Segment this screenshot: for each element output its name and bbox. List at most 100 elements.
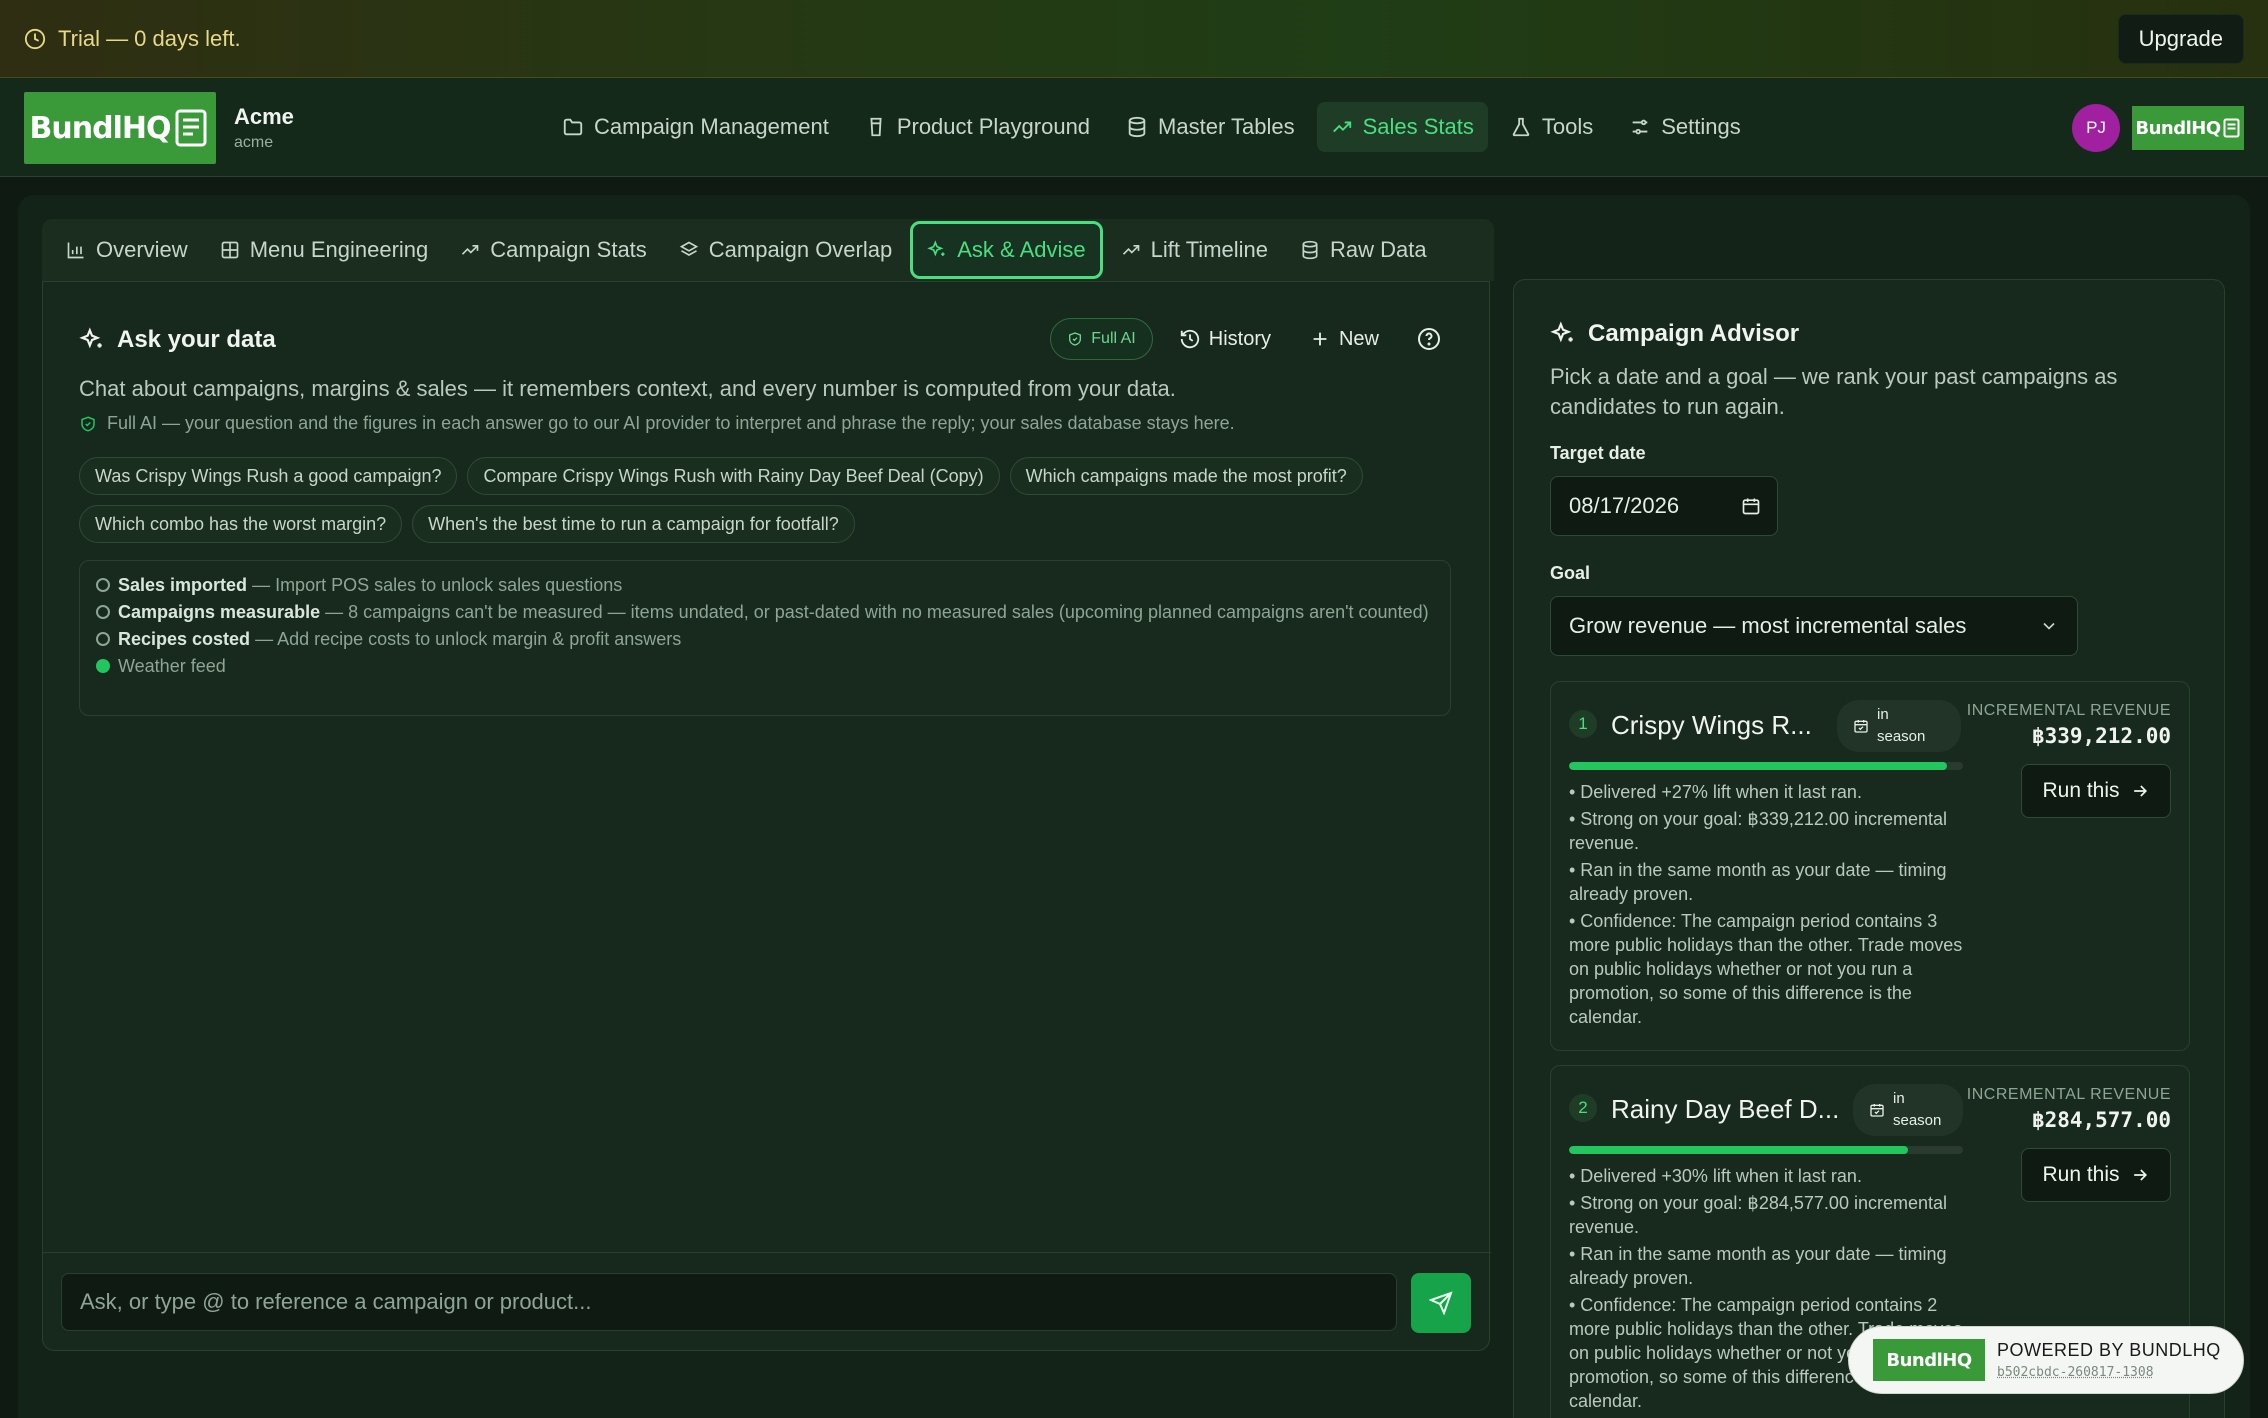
in-season-badge: in season — [1837, 700, 1961, 752]
campaign-advisor-panel: Campaign Advisor Pick a date and a goal … — [1513, 279, 2225, 1418]
send-button[interactable] — [1411, 1273, 1471, 1333]
nav-item-sales-stats[interactable]: Sales Stats — [1316, 102, 1488, 152]
campaign-name[interactable]: Crispy Wings R... — [1611, 710, 1812, 741]
sales-stats-tabs: Overview Menu Engineering Campaign Stats… — [42, 219, 1494, 281]
nav-label: Tools — [1541, 114, 1594, 139]
tab-raw-data[interactable]: Raw Data — [1286, 221, 1441, 279]
new-label: New — [1338, 327, 1379, 350]
build-code[interactable]: b502cbdc-260817-1308 — [1997, 1365, 2221, 1380]
trending-up-icon — [1331, 116, 1353, 138]
goal-label: Goal — [1550, 563, 1591, 583]
history-button[interactable]: History — [1167, 318, 1283, 360]
help-button[interactable] — [1405, 318, 1453, 360]
status-row: Weather feed — [96, 654, 1434, 678]
status-title: Recipes costed — [118, 629, 251, 649]
rank-badge: 2 — [1569, 1094, 1597, 1122]
full-ai-badge[interactable]: Full AI — [1050, 318, 1153, 360]
campaign-card: 1 Crispy Wings R... in season • Delivered… — [1550, 681, 2190, 1051]
powered-text: POWERED BY BUNDLHQ — [1997, 1340, 2221, 1360]
nav-item-campaign-management[interactable]: Campaign Management — [548, 102, 843, 152]
receipt-icon — [175, 109, 207, 147]
suggestion-chip[interactable]: Which combo has the worst margin? — [79, 505, 403, 543]
privacy-note: Full AI — your question and the figures … — [79, 413, 1235, 434]
circle-empty-icon — [96, 578, 110, 592]
arrow-right-icon — [2130, 781, 2150, 801]
tab-campaign-stats[interactable]: Campaign Stats — [446, 221, 661, 279]
metric-label: INCREMENTAL REVENUE — [1966, 1086, 2171, 1103]
chevron-down-icon — [2039, 616, 2059, 636]
upgrade-button[interactable]: Upgrade — [2117, 14, 2244, 64]
chat-header: Ask your data — [79, 326, 276, 354]
send-icon — [1429, 1291, 1453, 1315]
sparkles-icon — [927, 240, 947, 260]
nav-label: Sales Stats — [1362, 114, 1474, 139]
nav-label: Master Tables — [1158, 114, 1295, 139]
sparkles-icon — [79, 327, 105, 353]
help-circle-icon — [1417, 327, 1441, 351]
bar-chart-icon — [66, 240, 86, 260]
chat-subtitle: Chat about campaigns, margins & sales — … — [79, 376, 1176, 401]
clock-icon — [24, 28, 46, 50]
new-chat-button[interactable]: New — [1297, 318, 1391, 360]
main-nav: Campaign Management Product Playground M… — [548, 102, 1755, 152]
status-title: Campaigns measurable — [118, 602, 321, 622]
suggestion-chip[interactable]: Compare Crispy Wings Rush with Rainy Day… — [467, 457, 1000, 495]
plus-icon — [1309, 328, 1331, 350]
campaign-reasons: • Delivered +27% lift when it last ran. … — [1569, 780, 1963, 1032]
goal-progress-bar — [1569, 762, 1963, 770]
privacy-note-text: Full AI — your question and the figures … — [107, 413, 1235, 433]
nav-label: Product Playground — [896, 114, 1091, 139]
nav-item-master-tables[interactable]: Master Tables — [1112, 102, 1309, 152]
history-icon — [1179, 328, 1201, 350]
history-label: History — [1208, 327, 1271, 350]
metric-value: ฿339,212.00 — [2031, 724, 2171, 748]
goal-select[interactable]: Grow revenue — most incremental sales — [1550, 596, 2078, 656]
powered-logo: BundlHQ — [1873, 1339, 1985, 1381]
org-switcher[interactable]: Acme acme — [234, 104, 294, 152]
tab-campaign-overlap[interactable]: Campaign Overlap — [665, 221, 906, 279]
nav-item-tools[interactable]: Tools — [1496, 102, 1607, 152]
reason-item: • Delivered +27% lift when it last ran. — [1569, 782, 1862, 802]
rank-badge: 1 — [1569, 710, 1597, 738]
target-date-input[interactable]: 08/17/2026 — [1550, 476, 1778, 536]
chat-input[interactable] — [61, 1273, 1397, 1331]
reason-item: • Ran in the same month as your date — t… — [1569, 860, 1947, 904]
suggestion-chip[interactable]: When's the best time to run a campaign f… — [412, 505, 855, 543]
metric-value: ฿284,577.00 — [2031, 1108, 2171, 1132]
tab-ask-advise[interactable]: Ask & Advise — [910, 221, 1103, 279]
run-this-button[interactable]: Run this — [2021, 1148, 2171, 1202]
top-navigation: BundlHQ Acme acme Campaign Management Pr… — [0, 78, 2268, 177]
advisor-title: Campaign Advisor — [1588, 320, 1800, 347]
database-icon — [1300, 240, 1320, 260]
trial-banner: Trial — 0 days left. Upgrade — [0, 0, 2268, 78]
suggestion-chip[interactable]: Was Crispy Wings Rush a good campaign? — [79, 457, 458, 495]
brand-logo[interactable]: BundlHQ — [24, 92, 216, 164]
tab-menu-engineering[interactable]: Menu Engineering — [206, 221, 443, 279]
nav-item-product-playground[interactable]: Product Playground — [851, 102, 1104, 152]
target-date-label: Target date — [1550, 443, 1646, 463]
suggestion-chip[interactable]: Which campaigns made the most profit? — [1009, 457, 1363, 495]
tab-lift-timeline[interactable]: Lift Timeline — [1107, 221, 1282, 279]
reason-item: • Strong on your goal: ฿339,212.00 incre… — [1569, 809, 1947, 853]
org-slug: acme — [234, 134, 274, 151]
tab-overview[interactable]: Overview — [52, 221, 202, 279]
powered-by-badge[interactable]: BundlHQ POWERED BY BUNDLHQ b502cbdc-2608… — [1848, 1326, 2244, 1394]
target-date-value: 08/17/2026 — [1569, 493, 1680, 518]
nav-item-settings[interactable]: Settings — [1615, 102, 1755, 152]
metric-label: INCREMENTAL REVENUE — [1966, 702, 2171, 719]
run-this-button[interactable]: Run this — [2021, 764, 2171, 818]
status-row: Campaigns measurable — 8 campaigns can't… — [96, 600, 1434, 624]
powered-logo-text: BundlHQ — [1886, 1349, 1972, 1371]
folder-icon — [562, 116, 584, 138]
reason-item: • Confidence: The campaign period contai… — [1569, 911, 1963, 1027]
campaign-name[interactable]: Rainy Day Beef D... — [1611, 1094, 1839, 1125]
calendar-icon[interactable] — [1741, 496, 1761, 516]
tab-label: Raw Data — [1330, 237, 1427, 262]
trending-up-icon — [1121, 240, 1141, 260]
user-avatar[interactable]: PJ — [2072, 104, 2120, 152]
status-title: Sales imported — [118, 575, 248, 595]
season-line: season — [1893, 1112, 1942, 1129]
grid-icon — [220, 240, 240, 260]
layers-icon — [679, 240, 699, 260]
shield-check-icon — [1067, 331, 1083, 347]
